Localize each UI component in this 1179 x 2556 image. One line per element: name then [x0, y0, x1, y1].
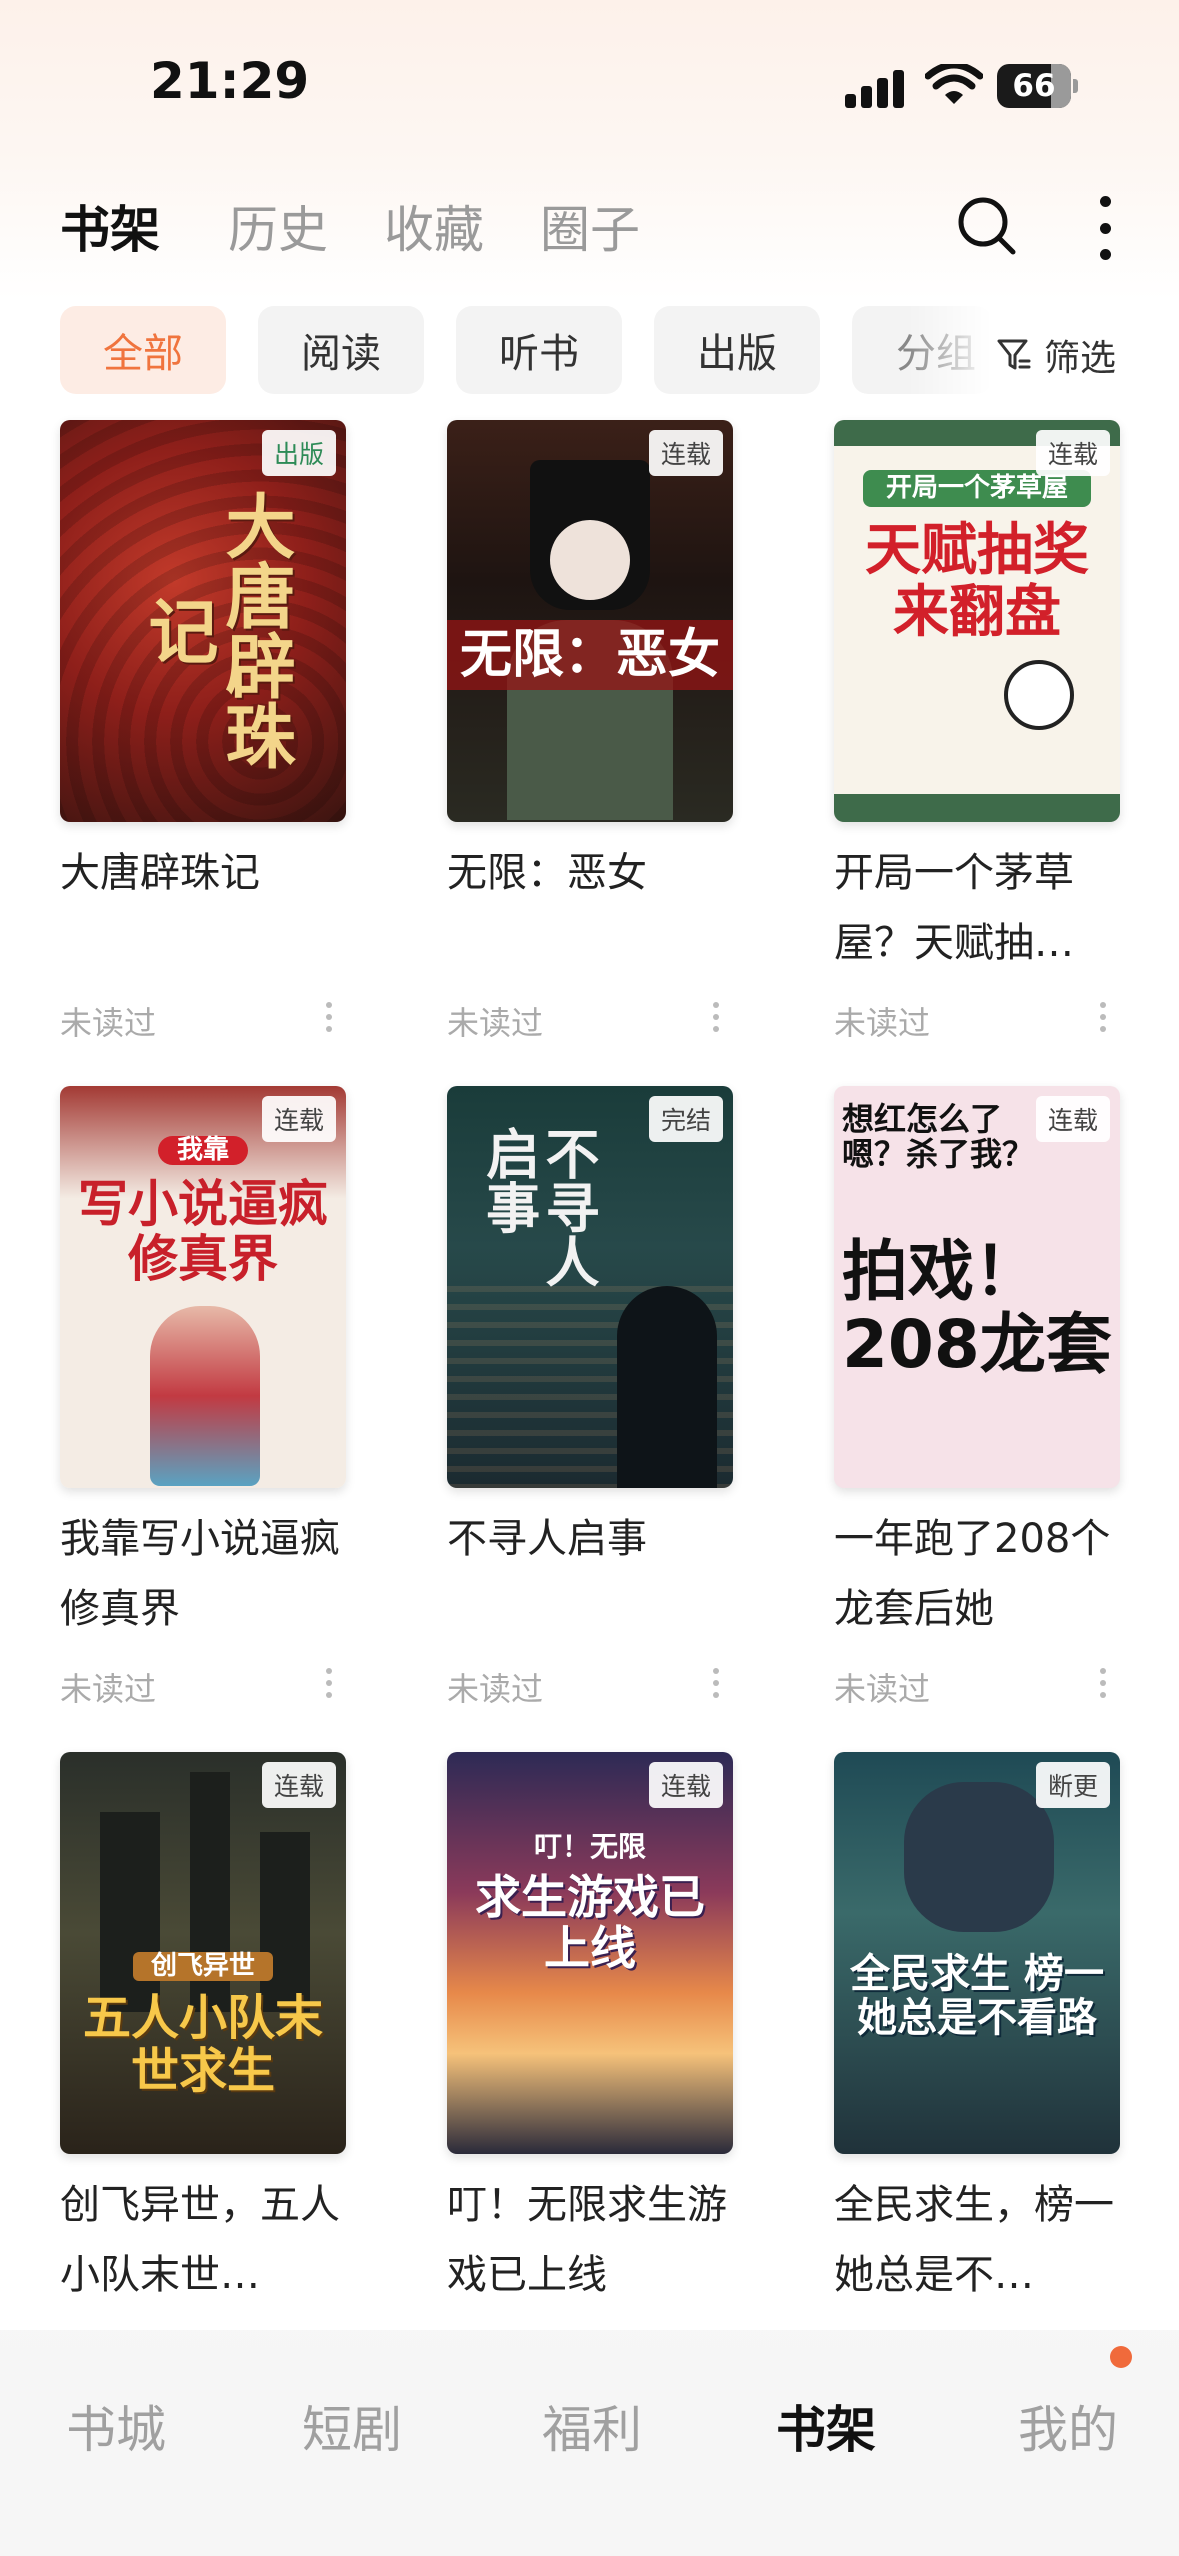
nav-bookstore[interactable]: 书城: [66, 2390, 166, 2462]
read-status: 未读过: [447, 1004, 544, 1042]
book-more-icon[interactable]: [1100, 1668, 1108, 1698]
status-badge: 连载: [648, 1762, 723, 1808]
cover-subtitle: 叮！无限: [533, 1830, 646, 1863]
book-title: 开局一个茅草屋？天赋抽…: [834, 850, 1074, 966]
chip-group[interactable]: 分组: [852, 306, 992, 394]
book-title: 我靠写小说逼疯修真界: [60, 1516, 340, 1632]
battery-level: 66: [1012, 68, 1056, 104]
cover-subtitle: 创飞异世: [133, 1952, 273, 1981]
read-status: 未读过: [834, 1670, 931, 1708]
chip-published[interactable]: 出版: [654, 306, 820, 394]
read-status: 未读过: [60, 1670, 157, 1708]
book-more-icon[interactable]: [713, 1668, 721, 1698]
cover-text: 五人小队末世求生: [82, 1990, 323, 2099]
read-status: 未读过: [447, 1670, 544, 1708]
tab-favorites[interactable]: 收藏: [384, 190, 484, 262]
filter-button[interactable]: 筛选: [990, 330, 1117, 380]
book-more-icon[interactable]: [713, 1002, 721, 1032]
cover-text: 无限：恶女: [459, 624, 720, 685]
chip-audiobook[interactable]: 听书: [456, 306, 622, 394]
cover-text: 求生游戏已上线: [475, 1870, 705, 1975]
cover-text: 写小说逼疯修真界: [78, 1174, 328, 1288]
chip-reading[interactable]: 阅读: [258, 306, 424, 394]
filter-label: 筛选: [1044, 338, 1117, 379]
nav-short-drama[interactable]: 短剧: [302, 2390, 402, 2462]
read-status: 未读过: [834, 1004, 931, 1042]
status-badge: 连载: [261, 1762, 336, 1808]
book-title: 无限：恶女: [447, 850, 647, 896]
book-cover[interactable]: 创飞异世 五人小队末世求生 连载: [60, 1752, 346, 2154]
cover-text: 天赋抽奖来翻盘: [865, 517, 1089, 645]
book-more-icon[interactable]: [326, 1002, 334, 1032]
chip-all[interactable]: 全部: [60, 306, 226, 394]
battery-icon: 66: [997, 64, 1078, 108]
nav-bookshelf[interactable]: 书架: [776, 2390, 876, 2462]
bottom-nav: 书城 短剧 福利 书架 我的: [0, 2330, 1179, 2556]
more-vertical-icon[interactable]: [1090, 196, 1120, 260]
nav-profile[interactable]: 我的: [1018, 2390, 1118, 2462]
status-badge: 断更: [1035, 1762, 1110, 1808]
book-title: 叮！无限求生游戏已上线: [447, 2182, 727, 2298]
book-cover[interactable]: 不寻人启事 完结: [447, 1086, 733, 1488]
cover-text: 不寻人启事: [476, 1126, 600, 1288]
status-badge: 完结: [648, 1096, 723, 1142]
status-badge: 连载: [1035, 1096, 1110, 1142]
tab-circle[interactable]: 圈子: [540, 190, 640, 262]
book-more-icon[interactable]: [326, 1668, 334, 1698]
read-status: 未读过: [60, 1004, 157, 1042]
book-more-icon[interactable]: [1100, 1002, 1108, 1032]
book-title: 一年跑了208个龙套后她: [834, 1516, 1111, 1632]
search-icon[interactable]: [955, 194, 1019, 258]
cover-text: 大唐辟珠记: [137, 490, 297, 770]
status-time: 21:29: [150, 52, 310, 110]
cover-text: 全民求生 榜一她总是不看路: [850, 1950, 1104, 2041]
wifi-icon: [925, 64, 983, 104]
book-title: 不寻人启事: [447, 1516, 647, 1562]
book-cover[interactable]: 叮！无限 求生游戏已上线 连载: [447, 1752, 733, 2154]
book-cover[interactable]: 全民求生 榜一她总是不看路 断更: [834, 1752, 1120, 2154]
book-cover[interactable]: 想红怎么了 嗯？杀了我？ 拍戏！208龙套 连载: [834, 1086, 1120, 1488]
book-title: 全民求生，榜一她总是不…: [834, 2182, 1114, 2298]
status-bar: 21:29 66: [0, 0, 1179, 170]
status-badge: 连载: [1035, 430, 1110, 476]
cover-text: 拍戏！208龙套: [842, 1233, 1112, 1383]
cover-subtitle: 我靠: [158, 1136, 248, 1165]
book-title: 创飞异世，五人小队末世…: [60, 2182, 340, 2298]
book-cover[interactable]: 开局一个茅草屋 天赋抽奖来翻盘 连载: [834, 420, 1120, 822]
tab-bookshelf[interactable]: 书架: [60, 190, 160, 262]
cellular-signal-icon: [845, 70, 905, 108]
book-cover[interactable]: 我靠 写小说逼疯修真界 连载: [60, 1086, 346, 1488]
book-cover[interactable]: 无限：恶女 连载: [447, 420, 733, 822]
status-badge: 出版: [261, 430, 336, 476]
tab-history[interactable]: 历史: [228, 190, 328, 262]
status-badge: 连载: [648, 430, 723, 476]
nav-rewards[interactable]: 福利: [542, 2390, 642, 2462]
status-badge: 连载: [261, 1096, 336, 1142]
notification-dot: [1110, 2346, 1132, 2368]
book-cover[interactable]: 大唐辟珠记 出版: [60, 420, 346, 822]
filter-icon: [997, 339, 1031, 370]
book-title: 大唐辟珠记: [60, 850, 260, 896]
